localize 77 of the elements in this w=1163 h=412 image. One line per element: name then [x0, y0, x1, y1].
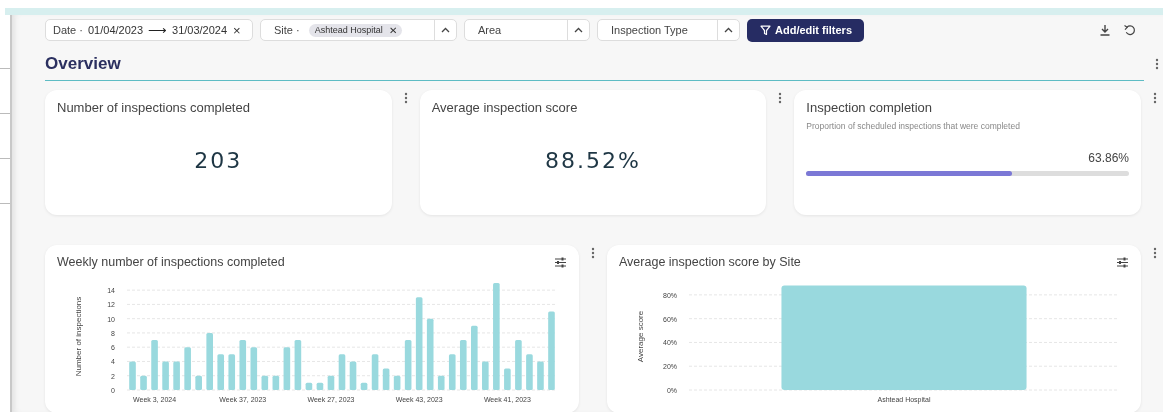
y-axis-title: Number of inspections: [74, 296, 83, 377]
filter-label: Inspection Type: [611, 24, 688, 36]
bar: [173, 361, 180, 390]
clear-button[interactable]: ×: [233, 22, 241, 38]
bar: [382, 368, 390, 390]
sliders-icon[interactable]: [1116, 256, 1129, 268]
bar: [504, 368, 511, 390]
bar: [471, 325, 478, 390]
bar: [526, 354, 533, 390]
date-from: 01/04/2023: [87, 24, 144, 36]
bar: [195, 375, 202, 390]
filter-label: Date ·: [53, 24, 83, 36]
bar: [371, 354, 379, 390]
bar: [327, 375, 335, 390]
bar: [426, 318, 434, 390]
date-to: 31/03/2024: [172, 24, 228, 36]
card-title: Average inspection score by Site: [619, 255, 801, 269]
more-options-icon[interactable]: [1155, 58, 1159, 70]
bar: [448, 354, 456, 390]
bar: [239, 340, 247, 390]
bar: [261, 375, 269, 390]
chevron-up-icon: [574, 27, 583, 33]
bar: [140, 375, 147, 390]
more-options-icon[interactable]: [591, 247, 595, 259]
bar: [349, 361, 357, 390]
bar: [459, 340, 467, 390]
bar: [129, 361, 136, 390]
bar: [162, 361, 169, 390]
bar: [294, 340, 302, 390]
filter-dropdown[interactable]: Inspection Type: [597, 19, 740, 41]
filter-dropdown[interactable]: Site · Ashtead Hospital ✕: [260, 19, 457, 41]
metric-value: 203: [193, 148, 244, 173]
card-subtitle: Proportion of scheduled inspections that were completed: [806, 121, 1021, 131]
chip-label: Ashtead Hospital: [314, 25, 383, 35]
bar: [393, 375, 401, 390]
card-title: Weekly number of inspections completed: [57, 255, 285, 269]
percentage-value: 63.86%: [1087, 151, 1129, 165]
card-title: Inspection completion: [806, 100, 934, 115]
bar: [537, 361, 544, 390]
bar: [217, 354, 225, 390]
bar: [228, 354, 236, 390]
bar: [305, 382, 313, 390]
bar: [184, 347, 191, 390]
download-icon[interactable]: [1099, 24, 1111, 36]
bar: [206, 332, 213, 390]
more-options-icon[interactable]: [1153, 92, 1157, 104]
bar: [250, 347, 258, 390]
more-options-icon[interactable]: [1153, 247, 1157, 259]
filter-icon: [760, 24, 771, 36]
remove-button[interactable]: ✕: [388, 24, 397, 36]
bar: [404, 340, 412, 390]
bar: [151, 340, 158, 390]
date-filter[interactable]: Date · 01/04/2023 ⟶ 31/03/2024 ×: [45, 19, 253, 41]
bar: [316, 382, 324, 390]
bar: [437, 375, 445, 390]
bar: [360, 382, 368, 390]
bar: [283, 347, 291, 390]
more-options-icon[interactable]: [778, 92, 783, 104]
bar: [338, 354, 346, 390]
bar: [515, 340, 522, 390]
arrow-text: ⟶: [148, 22, 168, 38]
section-title: Overview: [45, 54, 121, 74]
more-options-icon[interactable]: [403, 92, 408, 104]
sliders-icon[interactable]: [554, 256, 567, 268]
card-title: Average inspection score: [431, 100, 579, 115]
bar: [272, 375, 280, 390]
add-filters-button[interactable]: Add/edit filters: [747, 18, 864, 42]
filter-dropdown[interactable]: Area: [464, 19, 590, 41]
card-title: Number of inspections completed: [57, 100, 251, 115]
metric-value: 88.52%: [544, 148, 642, 173]
chevron-up-icon: [441, 27, 450, 33]
chevron-up-icon: [724, 27, 733, 33]
y-axis-title: Average score: [636, 310, 645, 363]
reset-icon[interactable]: [1123, 24, 1136, 36]
filter-label: Site ·: [274, 24, 300, 36]
bar: [482, 361, 489, 390]
filter-label: Area: [478, 24, 502, 36]
